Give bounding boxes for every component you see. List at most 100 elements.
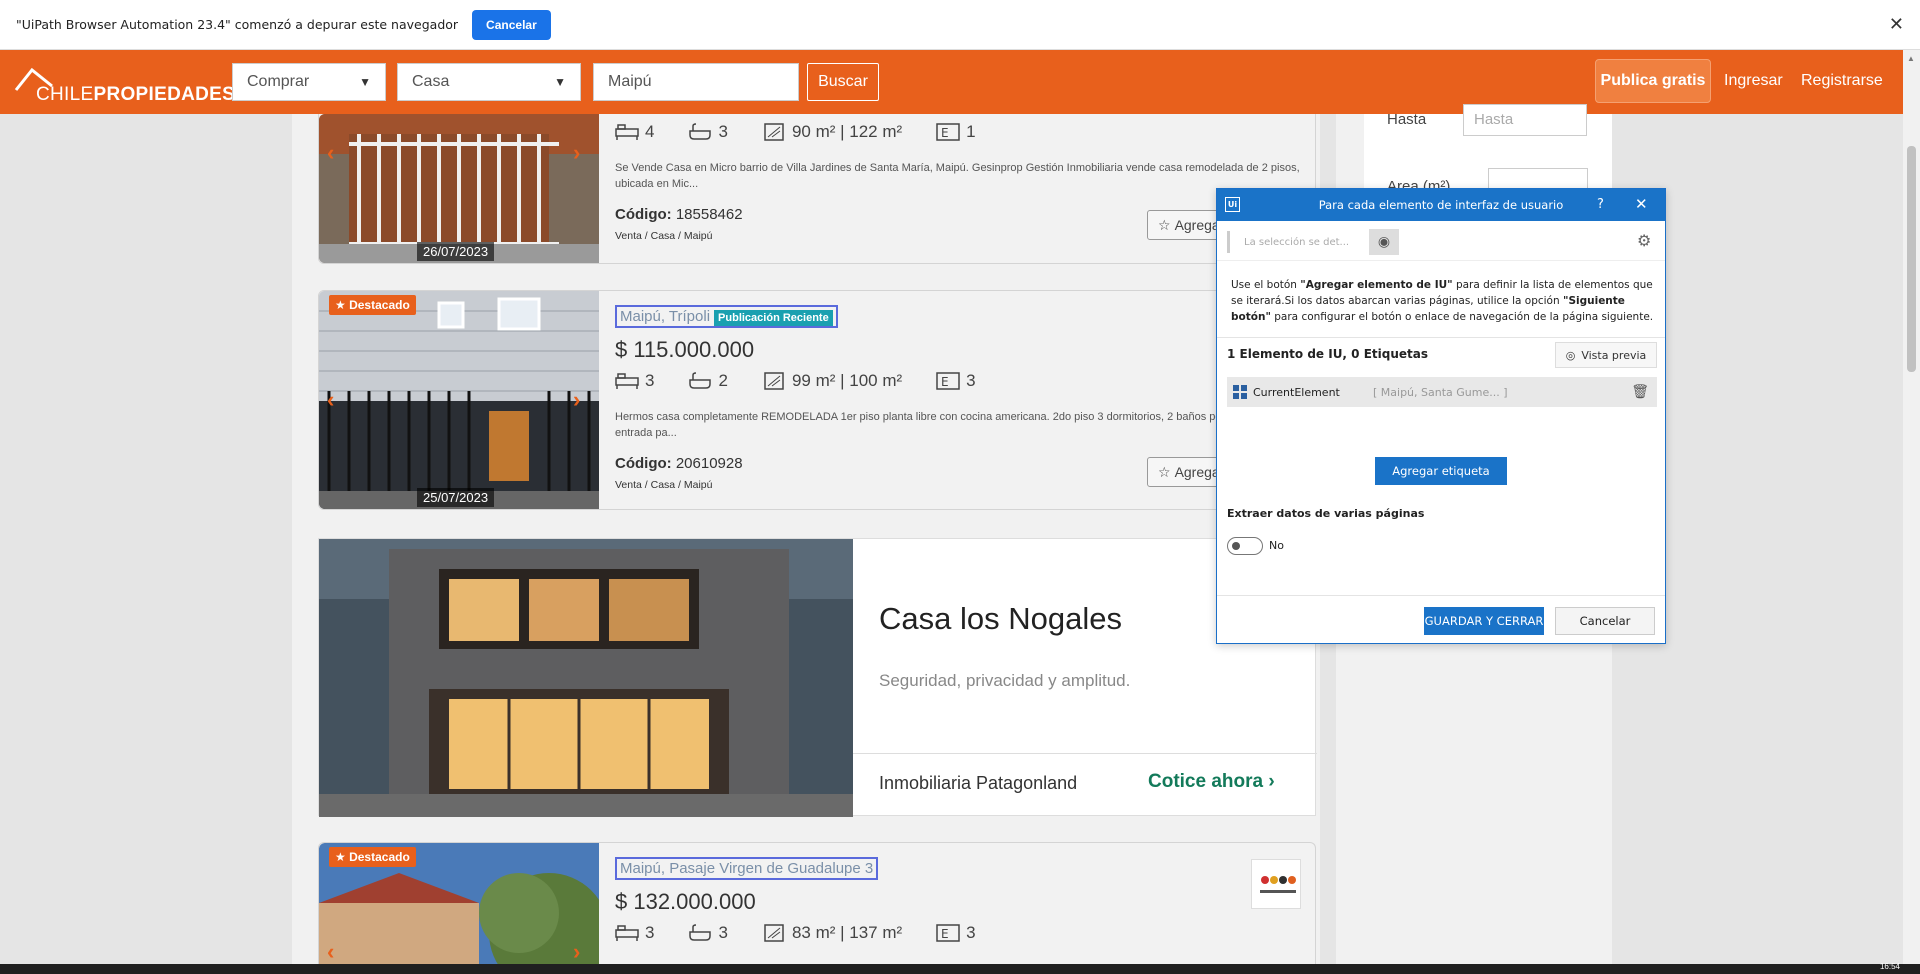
svg-text:E: E [941, 375, 949, 389]
prev-photo-icon[interactable]: ‹ [327, 387, 334, 413]
bedrooms-count: 3 [645, 371, 655, 390]
close-icon[interactable]: ✕ [1635, 195, 1648, 213]
next-photo-icon[interactable]: › [573, 387, 580, 413]
dialog-titlebar: Ui Para cada elemento de interfaz de usu… [1217, 189, 1665, 221]
parking-count: 3 [966, 371, 976, 390]
listing-title[interactable]: Maipú, Trípoli Publicación Reciente [615, 305, 838, 328]
star-icon: ☆ [1158, 463, 1171, 480]
listing-card[interactable]: ‹ › 26/07/2023 4 3 90 m² | 122 m² E 1 Se… [318, 114, 1316, 264]
listing-card[interactable]: ★ Destacado ‹ › Maipú, Pasaje Virgen de … [318, 842, 1316, 972]
listing-date: 26/07/2023 [417, 242, 495, 261]
parking-icon: E [936, 123, 960, 141]
next-photo-icon[interactable]: › [573, 939, 580, 965]
eye-icon: ◎ [1565, 348, 1576, 362]
hasta-input[interactable]: Hasta [1463, 104, 1587, 136]
register-link[interactable]: Registrarse [1801, 72, 1883, 90]
save-and-close-button[interactable]: GUARDAR Y CERRAR [1424, 607, 1544, 635]
star-icon: ★ [335, 298, 350, 312]
operation-select[interactable]: Comprar ▼ [232, 63, 386, 101]
trash-icon[interactable]: 🗑 [1631, 384, 1649, 400]
preview-button[interactable]: ◎ Vista previa [1555, 342, 1657, 368]
bathtub-icon [689, 123, 712, 140]
element-selector: [ Maipú, Santa Gume... ] [1373, 385, 1508, 399]
logo-text-bold: PROPIEDADES [93, 84, 236, 105]
listing-description: Se Vende Casa en Micro barrio de Villa J… [615, 162, 1300, 190]
prev-photo-icon[interactable]: ‹ [327, 140, 334, 166]
info-text-3: para configurar el botón o enlace de nav… [1270, 311, 1654, 323]
for-each-ui-element-dialog: Ui Para cada elemento de interfaz de usu… [1216, 188, 1666, 644]
ad-company: Inmobiliaria Patagonland [879, 773, 1078, 793]
multi-page-toggle[interactable] [1227, 537, 1263, 555]
parking-count: 1 [966, 122, 976, 141]
listing-features: 3 2 99 m² | 100 m² E 3 [615, 371, 976, 391]
area-icon [764, 123, 784, 141]
debug-message: "UiPath Browser Automation 23.4" comenzó… [16, 17, 459, 32]
bathrooms-count: 2 [718, 371, 728, 390]
debug-cancel-button[interactable]: Cancelar [472, 9, 551, 40]
add-favorite-label: Agrega [1174, 464, 1220, 480]
area-icon [764, 924, 784, 942]
site-logo[interactable]: CHILEPROPIEDADES [14, 64, 235, 105]
location-input[interactable]: Maipú [593, 63, 799, 101]
listing-photo[interactable]: ‹ › 26/07/2023 [319, 114, 599, 263]
bed-icon [615, 373, 639, 389]
gear-icon[interactable]: ⚙ [1637, 231, 1651, 250]
listing-code: Código: 20610928 [615, 455, 743, 472]
ad-image [319, 539, 853, 817]
area-icon [764, 372, 784, 390]
info-text-1: Use el botón [1231, 279, 1301, 291]
close-icon[interactable]: ✕ [1889, 14, 1904, 35]
listing-photo[interactable]: ★ Destacado ‹ › [319, 843, 599, 972]
star-icon: ★ [335, 850, 350, 864]
toggle-knob [1232, 542, 1240, 550]
listing-title-text: Maipú, Trípoli [620, 308, 711, 325]
chevron-right-icon: › [1268, 771, 1275, 792]
featured-badge: ★ Destacado [329, 295, 416, 315]
parking-icon: E [936, 372, 960, 390]
listing-features: 4 3 90 m² | 122 m² E 1 [615, 122, 976, 142]
uipath-logo-icon: Ui [1225, 197, 1240, 212]
listing-description: Hermos casa completamente REMODELADA 1er… [615, 411, 1268, 439]
listing-breadcrumb: Venta / Casa / Maipú [615, 230, 713, 242]
ad-banner[interactable]: Casa los Nogales Seguridad, privacidad y… [318, 538, 1317, 817]
featured-badge-label: Destacado [349, 850, 410, 864]
bathtub-icon [689, 372, 712, 389]
dialog-divider [1217, 337, 1665, 338]
ui-element-row[interactable]: CurrentElement [ Maipú, Santa Gume... ] … [1227, 377, 1657, 407]
ad-cta-link[interactable]: Cotice ahora › [1148, 771, 1275, 793]
prev-photo-icon[interactable]: ‹ [327, 939, 334, 965]
agency-logo[interactable] [1251, 859, 1301, 909]
listing-photo[interactable]: ★ Destacado ‹ › 25/07/2023 [319, 291, 599, 509]
listing-title[interactable]: Maipú, Pasaje Virgen de Guadalupe 3 [615, 857, 879, 880]
svg-text:E: E [941, 927, 949, 941]
help-icon[interactable]: ? [1597, 197, 1604, 212]
cancel-button[interactable]: Cancelar [1555, 607, 1655, 635]
bed-icon [615, 124, 639, 140]
svg-text:E: E [941, 126, 949, 140]
publish-button[interactable]: Publica gratis [1595, 59, 1711, 103]
next-photo-icon[interactable]: › [573, 140, 580, 166]
operation-value: Comprar [247, 73, 310, 90]
bathrooms-count: 3 [718, 923, 728, 942]
listing-code: Código: 18558462 [615, 206, 743, 223]
bedrooms-count: 3 [645, 923, 655, 942]
page-scrollbar[interactable]: ▲ [1903, 50, 1920, 964]
property-type-select[interactable]: Casa ▼ [397, 63, 581, 101]
chevron-down-icon: ▼ [554, 75, 566, 89]
listing-card[interactable]: ★ Destacado ‹ › 25/07/2023 Maipú, Trípol… [318, 290, 1316, 510]
recent-badge: Publicación Reciente [714, 310, 833, 326]
dialog-toolbar: La selección se det... ◉ ⚙ [1217, 221, 1665, 261]
bed-icon [615, 925, 639, 941]
eye-icon[interactable]: ◉ [1369, 229, 1399, 255]
login-link[interactable]: Ingresar [1724, 72, 1783, 90]
ad-divider [853, 753, 1317, 754]
scroll-up-icon[interactable]: ▲ [1907, 54, 1915, 63]
search-button[interactable]: Buscar [807, 63, 879, 101]
selection-input[interactable]: La selección se det... [1227, 231, 1355, 253]
parking-icon: E [936, 924, 960, 942]
element-grid-icon [1233, 385, 1247, 399]
add-label-button[interactable]: Agregar etiqueta [1375, 457, 1507, 485]
scrollbar-thumb[interactable] [1907, 146, 1916, 372]
code-value: 18558462 [675, 206, 743, 223]
toggle-value: No [1269, 539, 1284, 552]
